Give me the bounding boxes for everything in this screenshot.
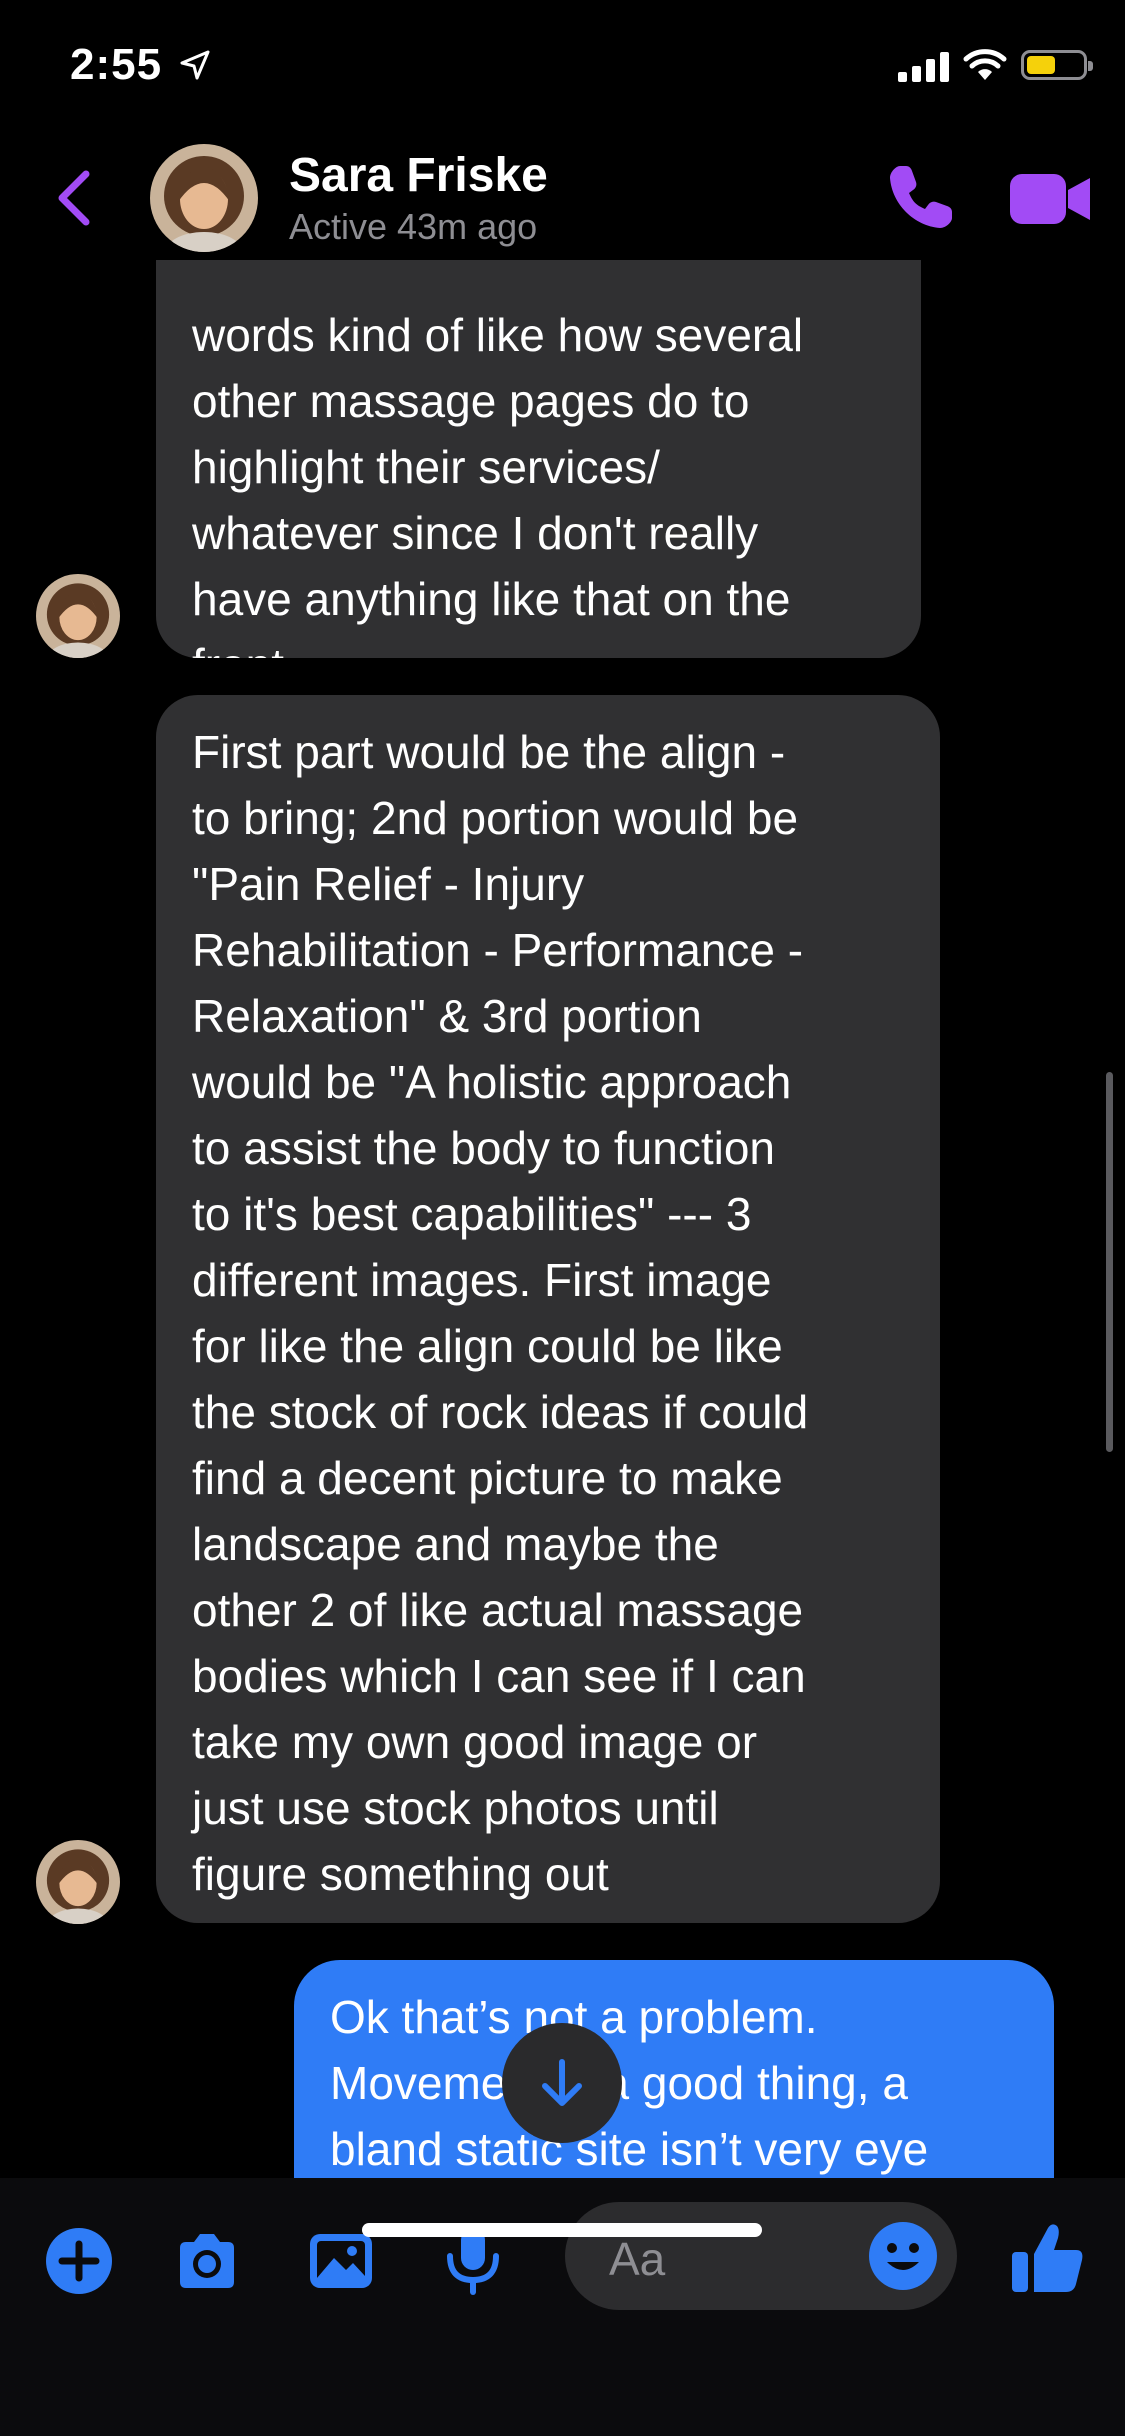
home-indicator[interactable] [362, 2223, 762, 2237]
back-chevron-icon[interactable] [52, 168, 98, 228]
plus-icon[interactable] [44, 2226, 114, 2296]
scroll-to-bottom-button[interactable] [502, 2023, 622, 2143]
message-input[interactable]: Aa [565, 2202, 957, 2310]
incoming-message[interactable]: First part would be the align - to bring… [156, 695, 940, 1923]
message-text: other massage pages do to highlight thei… [192, 375, 791, 658]
incoming-message[interactable]: words kind of like how several other mass… [156, 260, 921, 658]
message-avatar[interactable] [36, 574, 120, 658]
message-composer: Aa [0, 2178, 1125, 2436]
status-indicators [898, 48, 1093, 82]
conversation-header: Sara Friske Active 43m ago [0, 120, 1125, 260]
message-input-placeholder: Aa [609, 2233, 666, 2285]
emoji-icon[interactable] [867, 2220, 939, 2292]
location-arrow-icon [180, 50, 210, 80]
camera-icon[interactable] [172, 2226, 242, 2296]
scrollbar[interactable] [1106, 1072, 1113, 1452]
message-clipped-line: words kind of like how several [192, 309, 804, 361]
status-time: 2:55 [70, 40, 163, 89]
video-camera-icon[interactable] [1008, 168, 1092, 230]
contact-name[interactable]: Sara Friske [289, 148, 548, 203]
phone-icon[interactable] [882, 160, 958, 236]
thumbs-up-icon[interactable] [1008, 2218, 1088, 2298]
contact-avatar[interactable] [150, 144, 258, 252]
wifi-icon [963, 49, 1007, 80]
signal-icon [898, 48, 949, 82]
contact-active-status: Active 43m ago [289, 206, 538, 247]
battery-icon [1021, 50, 1093, 80]
message-avatar[interactable] [36, 1840, 120, 1924]
arrow-down-icon [542, 2059, 582, 2106]
outgoing-message[interactable]: Ok that’s not a problem. Movement is a g… [294, 1960, 1054, 2180]
